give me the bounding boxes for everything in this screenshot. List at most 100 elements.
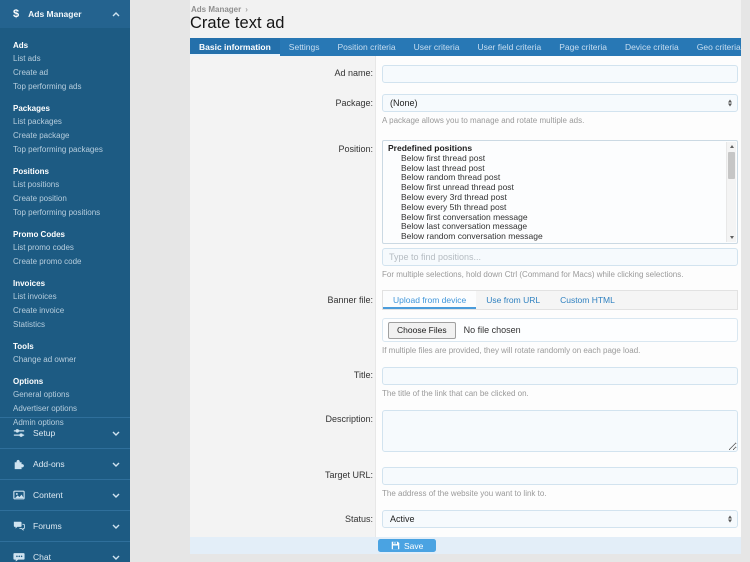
- sidebar-item-list-positions[interactable]: List positions: [13, 178, 122, 192]
- sidebar-section-content[interactable]: Content: [0, 479, 130, 510]
- sidebar-item-create-promo-code[interactable]: Create promo code: [13, 255, 122, 269]
- sidebar-item-top-performing-ads[interactable]: Top performing ads: [13, 80, 122, 94]
- chevron-down-icon: [112, 524, 120, 529]
- floppy-icon: [391, 541, 400, 550]
- sidebar-section-label: Setup: [33, 428, 112, 438]
- sidebar-section-label: Forums: [33, 521, 112, 531]
- sidebar-header-ads-manager[interactable]: $ Ads Manager: [0, 0, 130, 28]
- sidebar-group-promo-codes: Promo Codes List promo codes Create prom…: [13, 228, 122, 269]
- form-panel: Ad name: Package: (None) A package allow…: [190, 56, 741, 537]
- sidebar-group-heading: Tools: [13, 340, 122, 353]
- footer-bar: Save: [190, 537, 741, 554]
- breadcrumb[interactable]: Ads Manager ›: [191, 5, 248, 14]
- sidebar-item-create-package[interactable]: Create package: [13, 129, 122, 143]
- page-header: Ads Manager › Crate text ad: [190, 0, 741, 38]
- tab-user-criteria[interactable]: User criteria: [405, 38, 469, 56]
- position-option[interactable]: Below first unread conversation message: [388, 242, 723, 244]
- photo-icon: [12, 489, 26, 501]
- chevron-down-icon: [112, 431, 120, 436]
- breadcrumb-ads-manager[interactable]: Ads Manager: [191, 5, 241, 14]
- banner-file-label: Banner file:: [190, 290, 373, 310]
- sidebar: $ Ads Manager Ads List ads Create ad Top…: [0, 0, 130, 562]
- chevron-up-icon: [112, 12, 120, 17]
- position-listbox[interactable]: Predefined positions Below first thread …: [382, 140, 738, 244]
- sidebar-item-advertiser-options[interactable]: Advertiser options: [13, 402, 122, 416]
- target-url-hint: The address of the website you want to l…: [382, 489, 738, 498]
- scrollbar-thumb[interactable]: [728, 152, 735, 179]
- sidebar-item-statistics[interactable]: Statistics: [13, 318, 122, 332]
- select-stepper-icon: [728, 100, 732, 107]
- package-hint: A package allows you to manage and rotat…: [382, 116, 738, 125]
- position-label: Position:: [190, 140, 373, 158]
- sidebar-item-list-invoices[interactable]: List invoices: [13, 290, 122, 304]
- tab-geo-criteria[interactable]: Geo criteria: [688, 38, 750, 56]
- title-hint: The title of the link that can be clicke…: [382, 389, 738, 398]
- select-stepper-icon: [728, 516, 732, 523]
- sidebar-section-label: Chat: [33, 552, 112, 562]
- sidebar-section-label: Add-ons: [33, 459, 112, 469]
- sidebar-item-create-invoice[interactable]: Create invoice: [13, 304, 122, 318]
- page-title: Crate text ad: [190, 14, 284, 33]
- sidebar-group-positions: Positions List positions Create position…: [13, 165, 122, 220]
- ad-name-input[interactable]: [382, 65, 738, 83]
- banner-subtabs: Upload from device Use from URL Custom H…: [382, 290, 738, 310]
- status-select-value: Active: [390, 514, 415, 524]
- sidebar-section-add-ons[interactable]: Add-ons: [0, 448, 130, 479]
- tab-settings[interactable]: Settings: [280, 38, 329, 56]
- sidebar-group-invoices: Invoices List invoices Create invoice St…: [13, 277, 122, 332]
- sidebar-section-chat[interactable]: Chat: [0, 541, 130, 562]
- choose-files-button[interactable]: Choose Files: [388, 322, 456, 339]
- sidebar-nav: Ads List ads Create ad Top performing ad…: [0, 28, 130, 430]
- subtab-custom-html[interactable]: Custom HTML: [550, 291, 625, 309]
- sidebar-item-list-packages[interactable]: List packages: [13, 115, 122, 129]
- target-url-input[interactable]: [382, 467, 738, 485]
- file-upload-box: Choose Files No file chosen: [382, 318, 738, 342]
- comments-icon: [12, 520, 26, 532]
- sliders-icon: [12, 427, 26, 439]
- sidebar-group-ads: Ads List ads Create ad Top performing ad…: [13, 39, 122, 94]
- tab-page-criteria[interactable]: Page criteria: [550, 38, 616, 56]
- tab-device-criteria[interactable]: Device criteria: [616, 38, 688, 56]
- tab-position-criteria[interactable]: Position criteria: [329, 38, 405, 56]
- sidebar-item-change-ad-owner[interactable]: Change ad owner: [13, 353, 122, 367]
- save-button-label: Save: [404, 541, 423, 551]
- sidebar-section-forums[interactable]: Forums: [0, 510, 130, 541]
- ad-name-label: Ad name:: [190, 64, 373, 82]
- sidebar-header-label: Ads Manager: [28, 9, 112, 19]
- tab-bar: Basic information Settings Position crit…: [190, 38, 741, 56]
- scroll-up-icon[interactable]: [727, 142, 737, 151]
- package-select-value: (None): [390, 98, 418, 108]
- listbox-scrollbar[interactable]: [726, 142, 736, 242]
- sidebar-item-create-position[interactable]: Create position: [13, 192, 122, 206]
- sidebar-item-top-performing-packages[interactable]: Top performing packages: [13, 143, 122, 157]
- sidebar-section-label: Content: [33, 490, 112, 500]
- status-label: Status:: [190, 510, 373, 528]
- title-label: Title:: [190, 366, 373, 384]
- status-select[interactable]: Active: [382, 510, 738, 528]
- position-filter-input[interactable]: [382, 248, 738, 266]
- sidebar-item-create-ad[interactable]: Create ad: [13, 66, 122, 80]
- chat-icon: [12, 551, 26, 562]
- description-textarea[interactable]: [382, 410, 738, 452]
- sidebar-item-top-performing-positions[interactable]: Top performing positions: [13, 206, 122, 220]
- sidebar-section-setup[interactable]: Setup: [0, 417, 130, 448]
- subtab-upload-from-device[interactable]: Upload from device: [383, 291, 476, 309]
- package-select[interactable]: (None): [382, 94, 738, 112]
- chevron-down-icon: [112, 493, 120, 498]
- banner-file-hint: If multiple files are provided, they wil…: [382, 346, 738, 355]
- sidebar-group-heading: Promo Codes: [13, 228, 122, 241]
- main-content: Ads Manager › Crate text ad Basic informa…: [190, 0, 741, 562]
- sidebar-item-list-promo-codes[interactable]: List promo codes: [13, 241, 122, 255]
- scroll-down-icon[interactable]: [727, 233, 737, 242]
- sidebar-group-heading: Ads: [13, 39, 122, 52]
- tab-user-field-criteria[interactable]: User field criteria: [468, 38, 550, 56]
- sidebar-item-general-options[interactable]: General options: [13, 388, 122, 402]
- save-button[interactable]: Save: [378, 539, 436, 552]
- subtab-use-from-url[interactable]: Use from URL: [476, 291, 550, 309]
- sidebar-item-list-ads[interactable]: List ads: [13, 52, 122, 66]
- tab-basic-information[interactable]: Basic information: [190, 38, 280, 56]
- title-input[interactable]: [382, 367, 738, 385]
- breadcrumb-separator: ›: [245, 5, 248, 14]
- chevron-down-icon: [112, 555, 120, 560]
- sidebar-group-heading: Packages: [13, 102, 122, 115]
